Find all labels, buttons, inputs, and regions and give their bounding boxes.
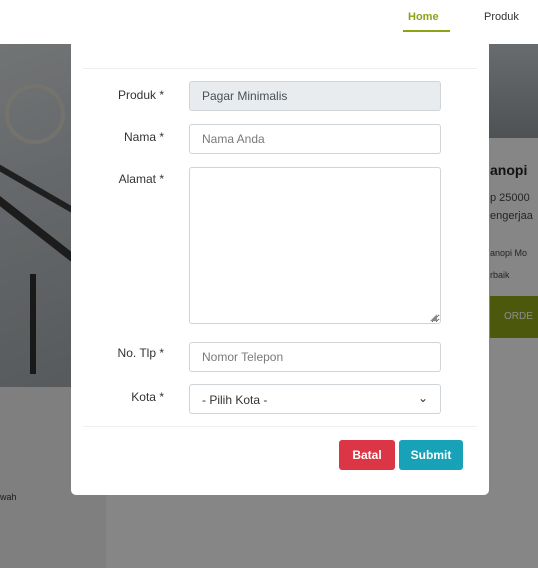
order-form-modal: Produk * Nama * Alamat * ◢ No. Tlp * Kot… (71, 44, 489, 495)
top-navbar: Home Produk (0, 0, 538, 44)
nama-label: Nama * (123, 130, 164, 144)
alamat-label: Alamat * (118, 172, 164, 186)
nav-produk-link[interactable]: Produk (484, 11, 519, 23)
produk-label: Produk * (117, 88, 164, 102)
kota-select[interactable]: - Pilih Kota - ⌄ (189, 384, 441, 414)
kota-selected-value: - Pilih Kota - (202, 393, 268, 407)
kota-label: Kota * (131, 390, 164, 404)
notlp-field[interactable] (189, 342, 441, 372)
modal-header-divider (83, 68, 477, 69)
submit-button[interactable]: Submit (399, 440, 463, 470)
nav-home-active-indicator (403, 30, 450, 32)
nama-field[interactable] (189, 124, 441, 154)
notlp-label: No. Tlp * (117, 346, 164, 360)
nav-home-link[interactable]: Home (408, 11, 439, 23)
modal-footer-divider (83, 426, 477, 427)
batal-button[interactable]: Batal (339, 440, 395, 470)
produk-field[interactable] (189, 81, 441, 111)
chevron-down-icon: ⌄ (417, 391, 428, 405)
alamat-textarea[interactable] (189, 167, 441, 324)
